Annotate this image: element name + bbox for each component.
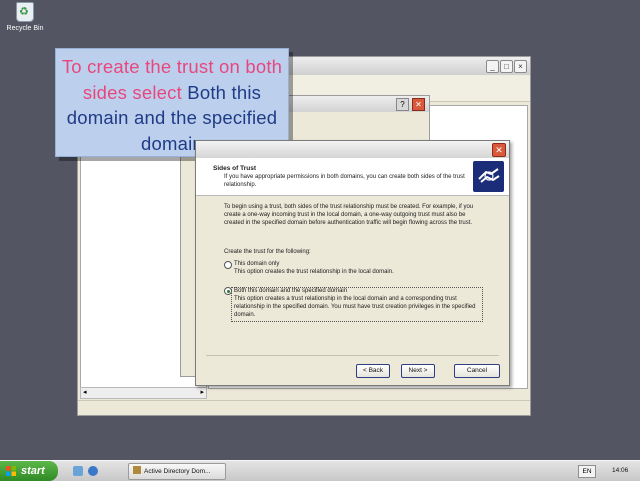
taskbar: start Active Directory Dom... EN 14:06 (0, 460, 640, 481)
minimize-icon[interactable]: _ (486, 60, 499, 73)
wizard-button-separator (206, 355, 499, 356)
wizard-header: Sides of Trust If you have appropriate p… (196, 158, 509, 196)
close-icon[interactable]: ✕ (492, 143, 506, 157)
back-button[interactable]: < Back (356, 364, 390, 378)
horizontal-scrollbar[interactable]: ◂ ▸ (80, 387, 207, 399)
system-clock[interactable]: 14:06 (612, 461, 628, 481)
active-directory-icon (133, 466, 141, 474)
start-label: start (21, 465, 45, 477)
taskbar-item-active-directory[interactable]: Active Directory Dom... (128, 463, 226, 480)
recycle-bin-icon[interactable]: Recycle Bin (4, 2, 46, 32)
scroll-left-icon[interactable]: ◂ (83, 388, 87, 398)
wizard-titlebar[interactable]: ✕ (196, 141, 509, 158)
wizard-intro-text: To begin using a trust, both sides of th… (224, 204, 474, 226)
radio-both-domains[interactable] (224, 287, 232, 295)
option-both-domains-label[interactable]: Both this domain and the specified domai… (234, 287, 347, 295)
maximize-icon[interactable]: □ (500, 60, 513, 73)
close-icon[interactable]: × (514, 60, 527, 73)
cancel-button[interactable]: Cancel (454, 364, 500, 378)
radio-this-domain-only[interactable] (224, 261, 232, 269)
wizard-page-subtitle: If you have appropriate permissions in b… (224, 174, 465, 188)
next-button[interactable]: Next > (401, 364, 435, 378)
taskbar-item-label: Active Directory Dom... (144, 468, 211, 475)
show-desktop-icon[interactable] (73, 466, 83, 476)
option-both-domains-description: This option creates a trust relationship… (234, 296, 476, 318)
create-trust-label: Create the trust for the following: (224, 249, 311, 255)
start-button[interactable]: start (0, 461, 58, 481)
trust-handshake-icon (473, 161, 504, 192)
help-icon[interactable]: ? (396, 98, 409, 111)
windows-flag-icon (6, 466, 16, 476)
internet-explorer-icon[interactable] (88, 466, 98, 476)
scroll-right-icon[interactable]: ▸ (200, 388, 204, 398)
option-this-domain-only-description: This option creates the trust relationsh… (234, 269, 394, 275)
wizard-page-title: Sides of Trust (213, 165, 256, 172)
language-indicator[interactable]: EN (578, 465, 596, 478)
new-trust-wizard: ✕ Sides of Trust If you have appropriate… (195, 140, 510, 386)
recycle-bin-graphic (16, 2, 34, 22)
recycle-bin-label: Recycle Bin (6, 25, 44, 32)
option-this-domain-only-label[interactable]: This domain only (234, 260, 279, 268)
status-bar (78, 400, 530, 415)
close-icon[interactable]: ✕ (412, 98, 425, 111)
